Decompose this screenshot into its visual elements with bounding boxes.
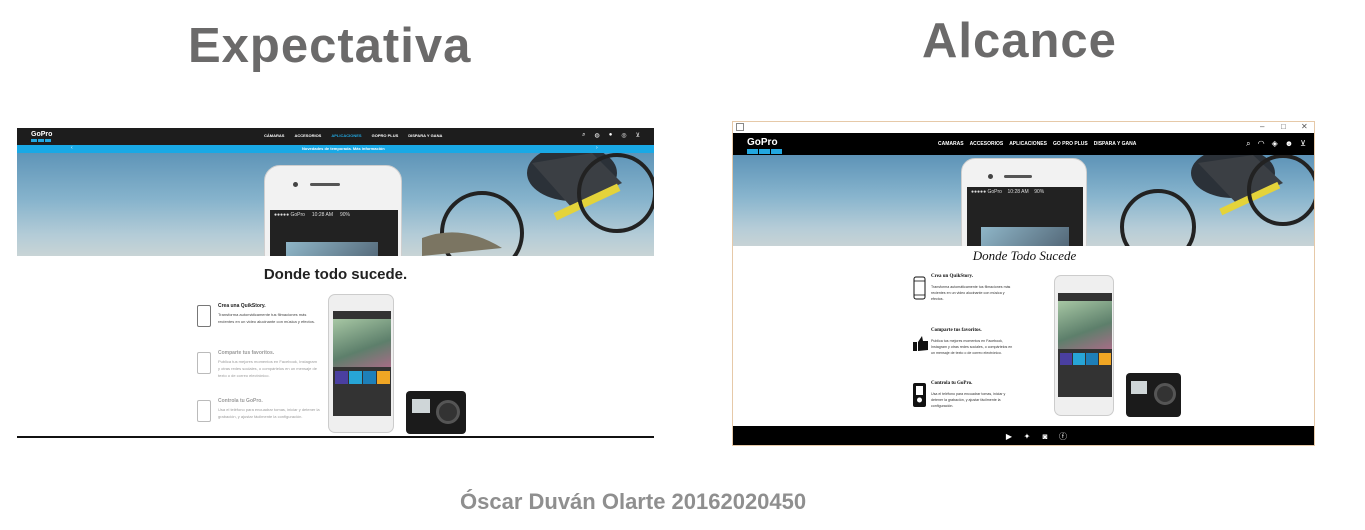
instagram-icon[interactable]: ◙ xyxy=(1039,430,1051,442)
cart-icon[interactable]: ⊻ xyxy=(1300,139,1306,149)
menu-item-accesorios[interactable]: ACCESORIOS xyxy=(970,141,1004,147)
promo-text[interactable]: Novedades de temporada. Más información xyxy=(302,146,385,151)
menu-item-dispara-y-gana[interactable]: DISPARA Y GANA xyxy=(1094,141,1137,147)
feature-title: Controla tu GoPro. xyxy=(931,381,973,386)
language-icon[interactable]: ● xyxy=(609,132,613,139)
nav-icons: ⌕ ◍ ● ◎ ⊻ xyxy=(582,132,640,139)
section-title: Donde todo sucede. xyxy=(263,266,408,283)
heading-alcance: Alcance xyxy=(922,14,1117,68)
camera-remote-icon xyxy=(913,383,926,407)
hero-phone-image: ●●●●● GoPro 10:28 AM 90% xyxy=(264,165,402,256)
feature-description: Publica tus mejores momentos en Facebook… xyxy=(931,339,1013,355)
phone-icon xyxy=(913,276,926,300)
main-menu: CAMARAS ACCESORIOS APLICACIONES GO PRO P… xyxy=(938,141,1136,147)
feature-description: Usa el teléfono para encuadrar tomas, in… xyxy=(931,392,1006,408)
chevron-right-icon[interactable]: › xyxy=(596,145,598,151)
gopro-camera-image xyxy=(1126,373,1181,417)
page-footer: ▶ ✦ ◙ ⓕ xyxy=(733,426,1314,445)
feature-title: Comparte tus favoritos. xyxy=(218,350,275,356)
feature-description: Publica tus mejores momentos en Facebook… xyxy=(218,359,317,378)
feature-title: Crea un QuikStory. xyxy=(931,274,973,279)
phone-icon xyxy=(197,305,211,327)
account-icon[interactable]: ◎ xyxy=(621,132,626,139)
globe-icon[interactable]: ◍ xyxy=(594,132,599,139)
headset-icon[interactable]: ◠ xyxy=(1258,139,1265,149)
youtube-icon[interactable]: ▶ xyxy=(1003,430,1015,442)
expected-screenshot: GoPro CÁMARAS ACCESORIOS APLICACIONES GO… xyxy=(17,128,654,438)
menu-item-gopro-plus[interactable]: GO PRO PLUS xyxy=(1053,141,1088,147)
window-titlebar: – □ ✕ xyxy=(733,122,1314,133)
heading-expectativa: Expectativa xyxy=(188,19,472,73)
gopro-camera-image xyxy=(406,391,466,434)
menu-item-camaras[interactable]: CÁMARAS xyxy=(264,133,284,138)
search-icon[interactable]: ⌕ xyxy=(1246,139,1250,149)
hero-banner: ●●●●● GoPro 10:28 AM 90% xyxy=(17,153,654,256)
thumbs-up-icon xyxy=(197,352,211,374)
top-nav: GoPro CAMARAS ACCESORIOS APLICACIONES GO… xyxy=(733,133,1314,155)
social-links: ▶ ✦ ◙ ⓕ xyxy=(1003,430,1069,442)
section-title: Donde Todo Sucede xyxy=(972,248,1077,263)
close-icon[interactable]: ✕ xyxy=(1301,122,1308,131)
gopro-logo[interactable]: GoPro xyxy=(747,137,782,154)
app-phone-image xyxy=(328,294,394,433)
feature-title: Controla tu GoPro. xyxy=(218,398,263,404)
hero-banner: ●●●●● GoPro 10:28 AM 90% xyxy=(733,155,1314,246)
hero-phone-image: ●●●●● GoPro 10:28 AM 90% xyxy=(961,158,1087,246)
location-icon[interactable]: ◈ xyxy=(1272,139,1278,149)
app-phone-image xyxy=(1054,275,1114,416)
promo-strip: ‹ Novedades de temporada. Más informació… xyxy=(17,145,654,153)
menu-item-gopro-plus[interactable]: GOPRO PLUS xyxy=(372,133,399,138)
facebook-icon[interactable]: ⓕ xyxy=(1057,430,1069,442)
feature-description: Transforma automáticamente tus filmacion… xyxy=(218,312,315,324)
twitter-icon[interactable]: ✦ xyxy=(1021,430,1033,442)
minimize-icon[interactable]: – xyxy=(1260,122,1264,131)
slide: Expectativa Alcance GoPro CÁMARAS ACCESO… xyxy=(0,0,1365,530)
top-nav: GoPro CÁMARAS ACCESORIOS APLICACIONES GO… xyxy=(17,128,654,145)
maximize-icon[interactable]: □ xyxy=(1281,122,1286,131)
nav-icons: ⌕ ◠ ◈ ☻ ⊻ xyxy=(1246,139,1306,149)
app-icon xyxy=(736,123,744,131)
main-menu: CÁMARAS ACCESORIOS APLICACIONES GOPRO PL… xyxy=(264,133,442,138)
feature-title: Crea una QuikStory. xyxy=(218,303,266,309)
account-icon[interactable]: ☻ xyxy=(1285,139,1293,149)
gopro-logo[interactable]: GoPro xyxy=(31,131,52,142)
feature-description: Usa el teléfono para encuadrar tomas, in… xyxy=(218,407,320,419)
menu-item-camaras[interactable]: CAMARAS xyxy=(938,141,964,147)
menu-item-dispara-y-gana[interactable]: DISPARA Y GANA xyxy=(408,133,442,138)
feature-title: Comparte tus favoritos. xyxy=(931,328,982,333)
cart-icon[interactable]: ⊻ xyxy=(636,132,640,139)
camera-remote-icon xyxy=(197,400,211,422)
menu-item-aplicaciones[interactable]: APLICACIONES xyxy=(1009,141,1047,147)
menu-item-aplicaciones[interactable]: APLICACIONES xyxy=(331,133,361,138)
author-credit: Óscar Duván Olarte 20162020450 xyxy=(460,489,807,514)
chevron-left-icon[interactable]: ‹ xyxy=(71,145,73,151)
search-icon[interactable]: ⌕ xyxy=(582,132,585,139)
achieved-screenshot: – □ ✕ GoPro CAMARAS ACCESORIOS APLICACIO… xyxy=(732,121,1315,446)
mountain-bike-image xyxy=(1120,155,1314,246)
feature-description: Transforma automáticamente tus filmacion… xyxy=(931,285,1011,301)
menu-item-accesorios[interactable]: ACCESORIOS xyxy=(294,133,321,138)
mountain-bike-image xyxy=(422,153,654,256)
thumbs-up-icon xyxy=(913,336,928,351)
